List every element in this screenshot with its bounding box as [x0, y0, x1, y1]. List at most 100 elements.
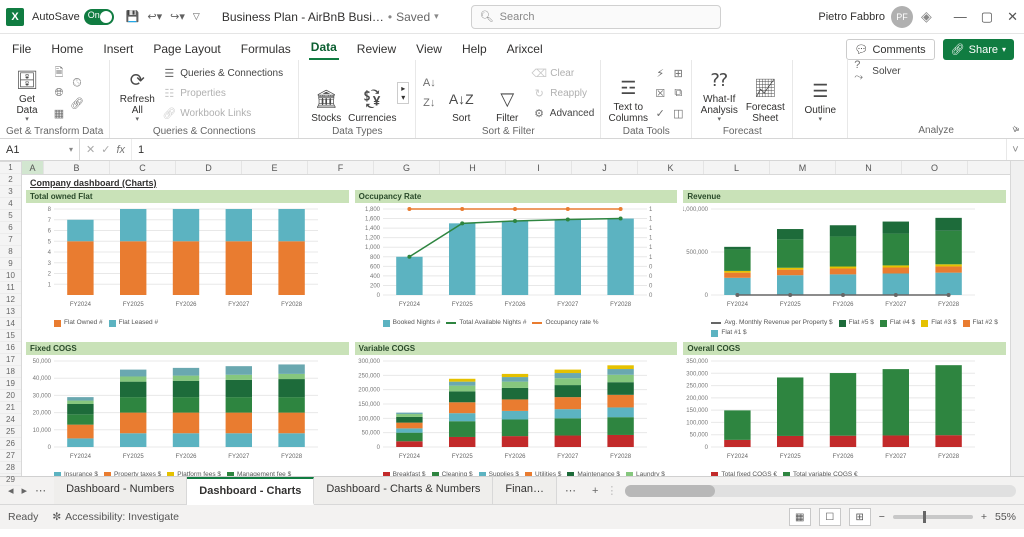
row-header[interactable]: 2 — [0, 174, 21, 186]
maximize-icon[interactable]: ▢ — [981, 9, 993, 25]
cancel-icon[interactable]: ✕ — [86, 143, 95, 156]
autosave-toggle[interactable]: On — [84, 9, 114, 25]
ribbon-tab-insert[interactable]: Insert — [101, 38, 135, 60]
row-header[interactable]: 20 — [0, 390, 21, 402]
data-validation-button[interactable]: ✓ — [653, 104, 667, 122]
sheet-list-icon[interactable]: ⋯ — [557, 484, 584, 497]
search-box[interactable]: 🔍︎ Search — [471, 5, 721, 29]
row-header[interactable]: 13 — [0, 306, 21, 318]
row-header[interactable]: 9 — [0, 258, 21, 270]
autosave[interactable]: AutoSave On — [32, 9, 114, 25]
formula-input[interactable]: 1 — [132, 139, 1006, 160]
share-button[interactable]: 🔗︎ Share ▾ — [943, 39, 1014, 60]
account-button[interactable]: Pietro Fabbro PF — [818, 6, 913, 28]
zoom-in-button[interactable]: + — [981, 511, 987, 523]
zoom-slider[interactable] — [893, 515, 973, 519]
expand-formula-bar-icon[interactable]: ˅ — [1006, 139, 1024, 160]
name-box[interactable]: A1▾ — [0, 139, 80, 160]
column-header[interactable]: M — [770, 161, 836, 174]
filter-button[interactable]: ▽Filter — [486, 62, 528, 124]
ribbon-tab-formulas[interactable]: Formulas — [239, 38, 293, 60]
collapse-ribbon-icon[interactable]: ˅ — [1012, 125, 1018, 136]
row-header[interactable]: 19 — [0, 378, 21, 390]
zoom-level[interactable]: 55% — [995, 511, 1016, 523]
row-header[interactable]: 29 — [0, 474, 21, 486]
column-header[interactable]: O — [902, 161, 968, 174]
tab-list-icon[interactable]: ⋯ — [35, 484, 46, 497]
row-header[interactable]: 18 — [0, 366, 21, 378]
ribbon-tab-page-layout[interactable]: Page Layout — [151, 38, 222, 60]
row-header[interactable]: 7 — [0, 234, 21, 246]
grid[interactable]: ABCDEFGHIJKLMNO Company dashboard (Chart… — [22, 161, 1010, 476]
queries-connections-button[interactable]: ☰Queries & Connections — [162, 64, 292, 82]
row-header[interactable]: 28 — [0, 462, 21, 474]
row-header[interactable]: 10 — [0, 270, 21, 282]
close-icon[interactable]: ✕ — [1007, 9, 1018, 25]
sheet-tab[interactable]: Finan… — [493, 477, 557, 504]
row-header[interactable]: 24 — [0, 414, 21, 426]
sort-button[interactable]: A↓ZSort — [440, 62, 482, 124]
view-page-break-button[interactable]: ⊞ — [849, 508, 871, 526]
tab-scroll-right-icon[interactable]: ▸ — [22, 484, 28, 497]
diamond-icon[interactable]: ◈ — [921, 8, 932, 25]
row-header[interactable]: 14 — [0, 318, 21, 330]
row-header[interactable]: 3 — [0, 186, 21, 198]
row-header[interactable]: 21 — [0, 402, 21, 414]
ribbon-tab-help[interactable]: Help — [460, 38, 489, 60]
row-header[interactable]: 5 — [0, 210, 21, 222]
solver-button[interactable]: ?⤳Solver — [854, 62, 900, 80]
column-header[interactable]: G — [374, 161, 440, 174]
redo-icon[interactable]: ↪︎▾ — [170, 10, 185, 23]
datatypes-more-icon[interactable]: ▸▾ — [397, 82, 409, 104]
relationships-button[interactable]: ⧉ — [671, 84, 685, 102]
column-header[interactable]: E — [242, 161, 308, 174]
column-header[interactable]: J — [572, 161, 638, 174]
row-header[interactable]: 15 — [0, 330, 21, 342]
new-sheet-button[interactable]: + — [584, 485, 606, 497]
accessibility-button[interactable]: ✼ Accessibility: Investigate — [52, 511, 179, 523]
column-header[interactable]: A — [22, 161, 44, 174]
sheet-tab[interactable]: Dashboard - Numbers — [54, 477, 187, 504]
sort-za-button[interactable]: Z↓ — [422, 94, 436, 112]
from-table-button[interactable]: ▦ — [52, 104, 66, 122]
column-header[interactable]: B — [44, 161, 110, 174]
row-headers[interactable]: 1234567891011121314151617181920212425262… — [0, 161, 22, 476]
sheet-tab[interactable]: Dashboard - Charts & Numbers — [314, 477, 493, 504]
existing-connections-button[interactable]: 🔗︎ — [70, 94, 84, 112]
row-header[interactable]: 25 — [0, 426, 21, 438]
column-header[interactable]: F — [308, 161, 374, 174]
column-header[interactable]: L — [704, 161, 770, 174]
column-header[interactable]: C — [110, 161, 176, 174]
stocks-button[interactable]: 🏛︎Stocks — [305, 62, 347, 124]
view-page-layout-button[interactable]: ☐ — [819, 508, 841, 526]
whatif-button[interactable]: ⁇What-If Analysis▾ — [698, 62, 740, 124]
flash-fill-button[interactable]: ⚡︎ — [653, 64, 667, 82]
forecast-sheet-button[interactable]: 📈︎Forecast Sheet — [744, 62, 786, 124]
chevron-down-icon[interactable]: ▾ — [434, 11, 439, 22]
currencies-button[interactable]: 💱︎Currencies — [351, 62, 393, 124]
horizontal-scrollbar[interactable] — [625, 485, 1016, 497]
undo-icon[interactable]: ↩︎▾ — [147, 10, 162, 23]
ribbon-tab-arixcel[interactable]: Arixcel — [505, 38, 545, 60]
minimize-icon[interactable]: ― — [954, 9, 967, 25]
sheet-tab[interactable]: Dashboard - Charts — [187, 477, 314, 505]
advanced-button[interactable]: ⚙︎Advanced — [532, 104, 594, 122]
row-header[interactable]: 6 — [0, 222, 21, 234]
text-to-columns-button[interactable]: ☲Text to Columns — [607, 62, 649, 124]
qat-customize-icon[interactable]: ▽ — [193, 11, 200, 22]
view-normal-button[interactable]: ▦ — [789, 508, 811, 526]
column-header[interactable]: N — [836, 161, 902, 174]
row-header[interactable]: 26 — [0, 438, 21, 450]
ribbon-tab-view[interactable]: View — [414, 38, 444, 60]
column-header[interactable]: K — [638, 161, 704, 174]
column-header[interactable]: I — [506, 161, 572, 174]
row-header[interactable]: 16 — [0, 342, 21, 354]
save-icon[interactable]: 💾 — [126, 10, 140, 23]
outline-button[interactable]: ☰Outline▾ — [799, 62, 841, 124]
row-header[interactable]: 1 — [0, 162, 21, 174]
row-header[interactable]: 8 — [0, 246, 21, 258]
recent-sources-button[interactable]: 🕓︎ — [70, 74, 84, 92]
enter-icon[interactable]: ✓ — [101, 143, 110, 156]
zoom-out-button[interactable]: − — [879, 511, 885, 523]
ribbon-tab-data[interactable]: Data — [309, 36, 339, 60]
